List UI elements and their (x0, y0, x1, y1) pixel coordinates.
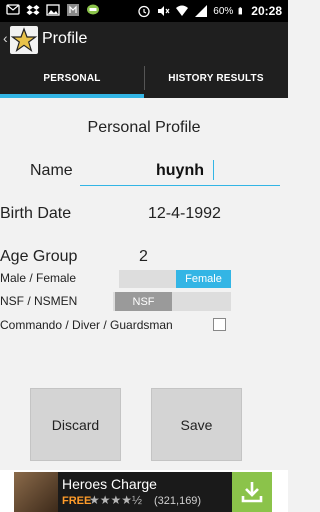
status-bar: 60% 20:28 (0, 0, 288, 22)
app-icon[interactable] (10, 26, 38, 54)
birth-date-label: Birth Date (0, 205, 72, 222)
ad-price: FREE (62, 495, 92, 507)
nsf-label: NSF / NSMEN (0, 294, 78, 308)
action-bar: ‹ Profile (0, 22, 288, 58)
commando-checkbox[interactable] (213, 318, 226, 331)
name-field-wrap (80, 156, 280, 186)
signal-icon (195, 5, 208, 17)
battery-percent: 60% (213, 5, 234, 17)
ad-banner[interactable]: Heroes Charge FREE ★★★★½ (321,169) (0, 470, 288, 512)
text-cursor (213, 160, 214, 180)
page-title: Profile (42, 30, 88, 47)
chevron-left-icon[interactable]: ‹ (3, 30, 8, 46)
section-title: Personal Profile (87, 119, 201, 136)
tab-bar: PERSONAL HISTORY RESULTS (0, 58, 288, 98)
name-label: Name (30, 162, 73, 179)
star-icon (10, 27, 38, 53)
tab-personal[interactable]: PERSONAL (0, 58, 144, 98)
image-icon (46, 4, 60, 16)
system-icons: 60% 20:28 (137, 4, 282, 18)
nsf-toggle-thumb: NSF (115, 292, 172, 311)
sex-toggle[interactable]: Female (119, 270, 231, 288)
chat-icon (87, 4, 99, 15)
save-button[interactable]: Save (151, 388, 242, 461)
message-icon (6, 4, 20, 15)
ad-content[interactable]: Heroes Charge FREE ★★★★½ (321,169) (14, 472, 272, 512)
nsf-toggle[interactable]: NSF (113, 292, 231, 311)
ad-game-thumbnail (14, 472, 58, 512)
sex-toggle-thumb: Female (176, 270, 231, 288)
ad-title: Heroes Charge (62, 476, 157, 492)
ad-rating-count: (321,169) (154, 495, 202, 507)
media-icon (67, 4, 79, 16)
download-button[interactable] (232, 472, 272, 512)
age-group-label: Age Group (0, 248, 78, 265)
ad-rating-stars: ★★★★½ (89, 493, 143, 507)
mute-icon (158, 6, 170, 16)
download-icon (241, 482, 263, 503)
alarm-icon (138, 5, 150, 18)
discard-button[interactable]: Discard (30, 388, 121, 461)
name-field[interactable] (80, 156, 280, 186)
sex-label: Male / Female (0, 271, 77, 285)
dropbox-icon (26, 5, 40, 15)
battery-icon (238, 7, 243, 15)
wifi-icon (176, 5, 189, 16)
clock: 20:28 (251, 4, 282, 18)
tab-history-results[interactable]: HISTORY RESULTS (144, 58, 288, 98)
birth-date-value[interactable]: 12-4-1992 (148, 205, 221, 223)
age-group-value: 2 (139, 248, 148, 265)
commando-label: Commando / Diver / Guardsman (0, 318, 173, 332)
notification-icons (6, 3, 100, 17)
